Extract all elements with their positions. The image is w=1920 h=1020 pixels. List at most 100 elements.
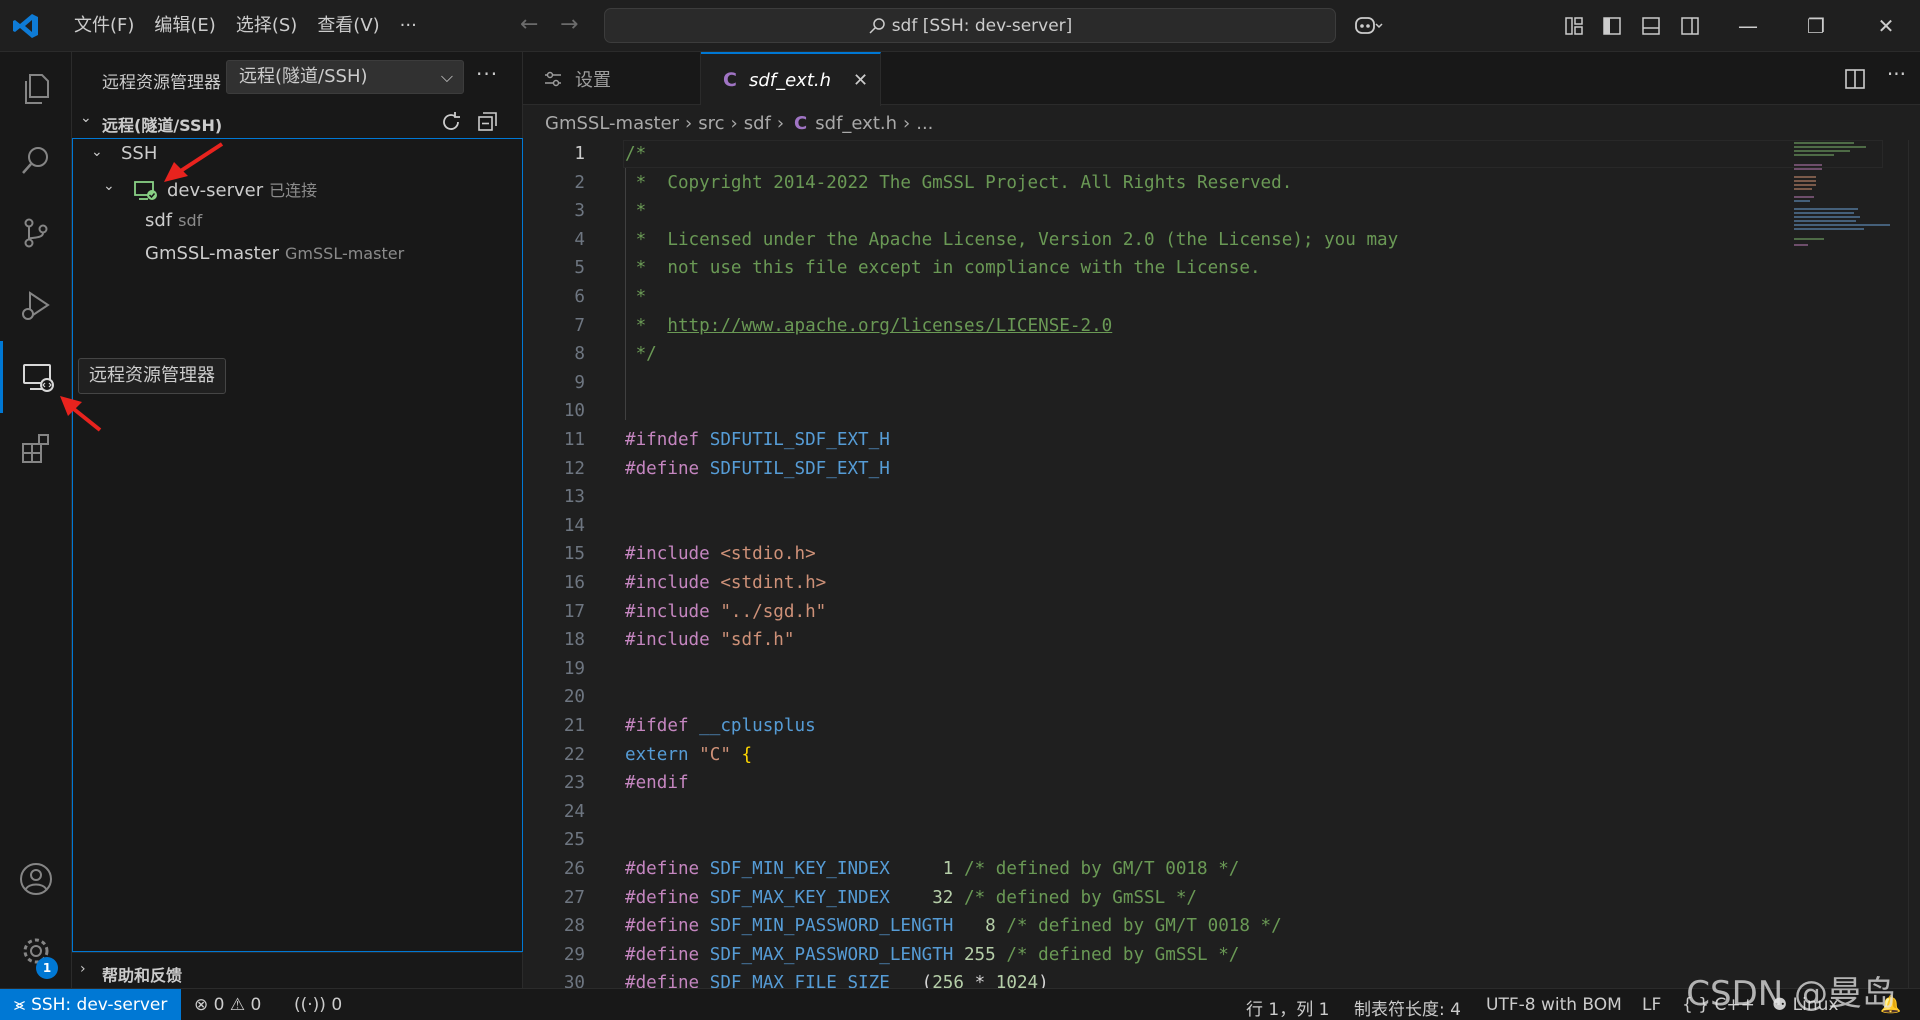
code-line[interactable]: 22 extern "C" { bbox=[523, 741, 1783, 769]
ports-indicator[interactable]: ((·)) 0 bbox=[294, 995, 342, 1015]
code-line[interactable]: 15 #include <stdio.h> bbox=[523, 540, 1783, 568]
refresh-icon[interactable] bbox=[438, 109, 464, 135]
code-line[interactable]: 5 * not use this file except in complian… bbox=[523, 254, 1783, 282]
line-content: #define SDF_MAX_PASSWORD_LENGTH 255 /* d… bbox=[625, 941, 1239, 969]
cursor-position[interactable]: 行 1，列 1 bbox=[1246, 995, 1329, 1020]
code-line[interactable]: 13 bbox=[523, 483, 1783, 511]
code-line[interactable]: 14 bbox=[523, 512, 1783, 540]
forward-arrow-icon[interactable]: → bbox=[560, 12, 578, 37]
red-arrow-icon bbox=[60, 396, 102, 432]
command-center[interactable]: sdf [SSH: dev-server] bbox=[604, 8, 1336, 43]
editor-scrollbar[interactable] bbox=[1908, 140, 1920, 988]
code-line[interactable]: 24 bbox=[523, 798, 1783, 826]
toggle-panel-icon[interactable] bbox=[1641, 16, 1661, 36]
code-line[interactable]: 18 #include "sdf.h" bbox=[523, 626, 1783, 654]
restore-button[interactable]: ❐ bbox=[1786, 0, 1846, 52]
code-token: <stdio.h> bbox=[720, 544, 816, 565]
split-editor-icon[interactable] bbox=[1844, 68, 1866, 90]
eol[interactable]: LF bbox=[1642, 995, 1661, 1015]
tree-folder-sdf[interactable]: sdf sdf bbox=[73, 207, 522, 237]
run-debug-icon[interactable] bbox=[0, 269, 72, 341]
breadcrumb-item[interactable]: sdf bbox=[744, 113, 771, 134]
code-line[interactable]: 17 #include "../sgd.h" bbox=[523, 598, 1783, 626]
minimap[interactable] bbox=[1790, 140, 1908, 260]
line-content: * Licensed under the Apache License, Ver… bbox=[625, 226, 1399, 254]
code-editor[interactable]: 1 /* 2 * Copyright 2014-2022 The GmSSL Pro… bbox=[523, 140, 1920, 988]
code-line[interactable]: 21 #ifdef __cplusplus bbox=[523, 712, 1783, 740]
code-line[interactable]: 28 #define SDF_MIN_PASSWORD_LENGTH 8 /* d… bbox=[523, 912, 1783, 940]
help-feedback-section[interactable]: › 帮助和反馈 bbox=[72, 952, 523, 988]
code-line[interactable]: 4 * Licensed under the Apache License, V… bbox=[523, 226, 1783, 254]
close-window-button[interactable]: ✕ bbox=[1856, 0, 1916, 52]
code-line[interactable]: 30 #define SDF_MAX_FILE_SIZE (256 * 1024) bbox=[523, 969, 1783, 988]
close-tab-icon[interactable]: ✕ bbox=[853, 70, 868, 91]
code-line[interactable]: 10 bbox=[523, 397, 1783, 425]
menu-view[interactable]: 查看(V) bbox=[307, 9, 389, 43]
more-actions-icon[interactable]: ··· bbox=[476, 62, 498, 86]
remote-indicator[interactable]: ⪤ SSH: dev-server bbox=[0, 989, 181, 1020]
code-line[interactable]: 1 /* bbox=[523, 140, 1783, 168]
encoding[interactable]: UTF-8 with BOM bbox=[1486, 995, 1622, 1015]
tab-settings[interactable]: 设置 bbox=[523, 52, 701, 105]
code-line[interactable]: 20 bbox=[523, 683, 1783, 711]
line-number: 20 bbox=[563, 687, 585, 708]
code-line[interactable]: 6 * bbox=[523, 283, 1783, 311]
code-line[interactable]: 26 #define SDF_MIN_KEY_INDEX 1 /* defined… bbox=[523, 855, 1783, 883]
breadcrumb-item[interactable]: sdf_ext.h bbox=[815, 113, 897, 134]
code-line[interactable]: 19 bbox=[523, 655, 1783, 683]
folder-label: GmSSL-master bbox=[145, 243, 280, 264]
manage-gear-icon[interactable]: 1 bbox=[0, 915, 72, 987]
code-token: { bbox=[741, 744, 753, 765]
toggle-primary-sidebar-icon[interactable] bbox=[1602, 16, 1622, 36]
breadcrumb-item[interactable]: ... bbox=[916, 113, 933, 134]
more-actions-icon[interactable]: ··· bbox=[1887, 62, 1906, 86]
line-number: 9 bbox=[574, 372, 585, 393]
code-line[interactable]: 23 #endif bbox=[523, 769, 1783, 797]
back-arrow-icon[interactable]: ← bbox=[520, 12, 538, 37]
code-line[interactable]: 7 * http://www.apache.org/licenses/LICEN… bbox=[523, 312, 1783, 340]
breadcrumb-item[interactable]: src bbox=[698, 113, 724, 134]
accounts-icon[interactable] bbox=[0, 843, 72, 915]
menu-file[interactable]: 文件(F) bbox=[64, 9, 144, 43]
remote-explorer-tooltip: 远程资源管理器 bbox=[78, 358, 226, 394]
code-line[interactable]: 3 * bbox=[523, 197, 1783, 225]
menu-selection[interactable]: 选择(S) bbox=[226, 9, 307, 43]
line-number: 17 bbox=[563, 601, 585, 622]
line-number: 21 bbox=[563, 716, 585, 736]
minimize-button[interactable]: — bbox=[1718, 0, 1778, 52]
breadcrumb-item[interactable]: GmSSL-master bbox=[545, 113, 679, 134]
connected-host-icon bbox=[134, 181, 157, 200]
source-control-icon[interactable] bbox=[0, 197, 72, 269]
code-line[interactable]: 9 bbox=[523, 369, 1783, 397]
code-line[interactable]: 12 #define SDFUTIL_SDF_EXT_H bbox=[523, 455, 1783, 483]
remote-type-select[interactable]: 远程(隧道/SSH) ⌵ bbox=[226, 60, 464, 94]
explorer-icon[interactable] bbox=[0, 53, 72, 125]
collapse-all-icon[interactable] bbox=[474, 109, 500, 135]
code-line[interactable]: 27 #define SDF_MAX_KEY_INDEX 32 /* define… bbox=[523, 884, 1783, 912]
code-token: #include bbox=[625, 544, 710, 565]
search-view-icon[interactable] bbox=[0, 125, 72, 197]
toggle-secondary-sidebar-icon[interactable] bbox=[1680, 16, 1700, 36]
code-line[interactable]: 25 bbox=[523, 826, 1783, 854]
tree-host-dev-server[interactable]: ⌄ dev-server 已连接 bbox=[73, 174, 522, 204]
tab-sdf-ext-h[interactable]: C sdf_ext.h ✕ bbox=[701, 52, 881, 106]
customize-layout-icon[interactable] bbox=[1564, 16, 1584, 36]
copilot-icon[interactable] bbox=[1354, 14, 1384, 38]
code-token: #define bbox=[625, 916, 700, 937]
line-number: 16 bbox=[563, 573, 585, 593]
menu-edit[interactable]: 编辑(E) bbox=[144, 9, 225, 43]
problems-indicator[interactable]: ⊗ 0 ⚠ 0 bbox=[194, 995, 261, 1015]
code-line[interactable]: 2 * Copyright 2014-2022 The GmSSL Projec… bbox=[523, 169, 1783, 197]
code-line[interactable]: 16 #include <stdint.h> bbox=[523, 569, 1783, 597]
code-line[interactable]: 8 */ bbox=[523, 340, 1783, 368]
tab-size[interactable]: 制表符长度: 4 bbox=[1354, 995, 1461, 1020]
menu-more[interactable]: ··· bbox=[390, 9, 427, 43]
line-number: 25 bbox=[563, 830, 585, 851]
code-token: /* defined by GM/T 0018 */ bbox=[1006, 916, 1282, 937]
code-line[interactable]: 29 #define SDF_MAX_PASSWORD_LENGTH 255 /*… bbox=[523, 941, 1783, 969]
remote-section-header[interactable]: ⌄ 远程(隧道/SSH) bbox=[72, 107, 523, 137]
line-number: 7 bbox=[574, 315, 585, 336]
tree-group-ssh[interactable]: ⌄ SSH bbox=[73, 140, 522, 170]
tree-folder-gmssl[interactable]: GmSSL-master GmSSL-master bbox=[73, 240, 522, 270]
code-line[interactable]: 11 #ifndef SDFUTIL_SDF_EXT_H bbox=[523, 426, 1783, 454]
